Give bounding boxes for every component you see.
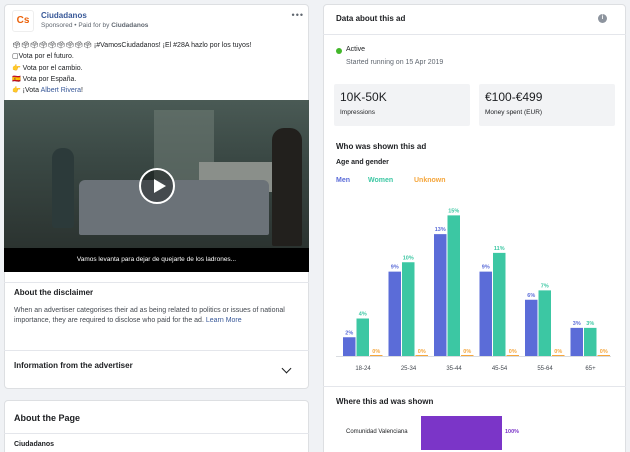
about-page-title: About the Page (14, 413, 81, 423)
impressions-box: 10K-50K Impressions (334, 84, 470, 126)
impressions-value: 10K-50K (340, 90, 387, 104)
post-header: Cs Ciudadanos Sponsored • Paid for by Ci… (12, 10, 304, 36)
data-label-men-25-34: 9% (391, 265, 399, 271)
data-label-unknown-65+: 0% (600, 349, 608, 355)
bar-men-45-54 (479, 271, 492, 356)
tick-label-35-44: 35-44 (446, 366, 462, 372)
bar-men-18-24 (343, 337, 356, 356)
bar-women-18-24 (356, 318, 369, 356)
impressions-label: Impressions (340, 109, 376, 116)
disclaimer-body: When an advertiser categorises their ad … (14, 307, 285, 324)
bar-women-25-34 (402, 262, 415, 356)
spend-box: €100-€499 Money spent (EUR) (479, 84, 615, 126)
disclaimer-title: About the disclaimer (14, 288, 94, 297)
albert-rivera-link[interactable]: Albert Rivera (41, 87, 81, 94)
post-text-line: 👉 Vota por el cambio. (12, 64, 83, 72)
bar-men-25-34 (388, 271, 401, 356)
data-label-men-18-24: 2% (345, 330, 353, 336)
data-label-men-45-54: 9% (482, 265, 490, 271)
legend-men: Men (336, 177, 350, 184)
region-label: Comunidad Valenciana (346, 429, 408, 435)
age-gender-chart: 2% 4% 0% 18-24 9% 10% 0% 25-34 13% 15% 0% 35-44 9% 11… (336, 208, 611, 372)
bar-unknown-65+ (597, 355, 610, 356)
tick-label-45-54: 45-54 (492, 366, 508, 372)
data-label-women-45-54: 11% (494, 246, 505, 252)
post-text-line: ▢Vota por el futuro. (12, 53, 74, 61)
about-page-name[interactable]: Ciudadanos (14, 441, 54, 448)
bar-women-55-64 (538, 290, 551, 356)
where-shown-title: Where this ad was shown (336, 397, 434, 406)
data-label-unknown-35-44: 0% (463, 349, 471, 355)
age-gender-title: Age and gender (336, 159, 389, 166)
who-was-shown-title: Who was shown this ad (336, 142, 427, 151)
tick-label-18-24: 18-24 (355, 366, 371, 372)
vote-suffix: ! (81, 87, 83, 95)
bar-women-45-54 (493, 252, 506, 356)
bar-men-65+ (570, 327, 583, 356)
bar-unknown-45-54 (506, 355, 519, 356)
status-label: Active (346, 46, 366, 53)
tick-label-25-34: 25-34 (401, 366, 417, 372)
play-icon[interactable] (139, 168, 175, 204)
info-icon[interactable]: i (598, 14, 607, 23)
data-label-unknown-55-64: 0% (554, 349, 562, 355)
post-text-line: 🗳🗳🗳🗳🗳🗳🗳🗳🗳 ¡#VamosCiudadanos! ¡El #28A ha… (12, 42, 252, 49)
started-running: Started running on 15 Apr 2019 (346, 59, 444, 66)
legend-unknown: Unknown (414, 177, 446, 184)
post-text: 🗳🗳🗳🗳🗳🗳🗳🗳🗳 ¡#VamosCiudadanos! ¡El #28A ha… (12, 40, 304, 96)
data-label-unknown-45-54: 0% (509, 349, 517, 355)
ad-data-title: Data about this ad (336, 14, 406, 23)
vote-prefix: 👉 ¡Vota (12, 87, 40, 95)
divider (323, 34, 626, 35)
more-options-icon[interactable]: ••• (292, 10, 304, 20)
data-label-women-25-34: 10% (403, 255, 414, 261)
data-label-men-65+: 3% (573, 321, 581, 327)
data-label-unknown-18-24: 0% (372, 349, 380, 355)
post-text-line: 👉 ¡Vota Albert Rivera! (12, 85, 304, 96)
divider (4, 282, 309, 283)
data-label-women-55-64: 7% (541, 283, 549, 289)
region-percent: 100% (505, 429, 520, 435)
page-name-link[interactable]: Ciudadanos (41, 11, 87, 20)
data-label-unknown-25-34: 0% (418, 349, 426, 355)
disclaimer-text: When an advertiser categorises their ad … (14, 306, 294, 326)
learn-more-link[interactable]: Learn More (206, 317, 242, 324)
post-text-line: 🇪🇸 Vota por España. (12, 75, 77, 83)
data-label-women-35-44: 15% (448, 208, 459, 214)
bar-unknown-35-44 (461, 355, 474, 356)
bar-men-35-44 (434, 234, 447, 356)
sponsored-prefix: Sponsored • Paid for by (41, 22, 110, 29)
data-label-men-55-64: 6% (527, 293, 535, 299)
video-player[interactable]: Vamos levanta para dejar de quejarte de … (4, 100, 309, 272)
data-label-men-35-44: 13% (435, 227, 446, 233)
bar-unknown-18-24 (370, 355, 383, 356)
video-caption: Vamos levanta para dejar de quejarte de … (4, 248, 309, 272)
sponsor-name: Ciudadanos (111, 22, 149, 29)
divider (323, 386, 626, 387)
bar-women-35-44 (447, 215, 460, 356)
bar-unknown-55-64 (552, 355, 565, 356)
data-label-women-65+: 3% (586, 321, 594, 327)
tick-label-65+: 65+ (585, 366, 596, 372)
advertiser-info-toggle[interactable]: Information from the advertiser (14, 361, 133, 370)
spend-label: Money spent (EUR) (485, 109, 543, 116)
bar-unknown-25-34 (415, 355, 428, 356)
spend-value: €100-€499 (485, 90, 543, 104)
legend-women: Women (368, 177, 394, 184)
region-bar (421, 416, 502, 450)
adult-figure (272, 128, 302, 246)
data-label-women-18-24: 4% (359, 312, 367, 318)
divider (4, 350, 309, 351)
tick-label-55-64: 55-64 (537, 366, 553, 372)
divider (4, 433, 309, 434)
bar-women-65+ (584, 327, 597, 356)
child-figure (52, 148, 74, 228)
page-logo[interactable]: Cs (12, 10, 34, 32)
bar-men-55-64 (525, 299, 538, 356)
active-status-icon (336, 48, 342, 54)
sponsored-label: Sponsored • Paid for by Ciudadanos (41, 22, 148, 29)
